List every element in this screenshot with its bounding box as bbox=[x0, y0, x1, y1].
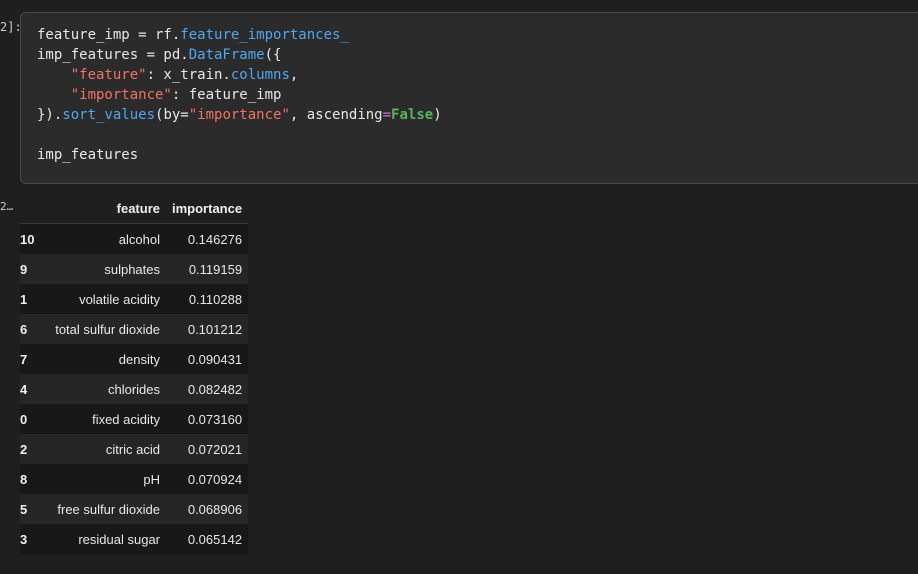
importance-column-header: importance bbox=[166, 193, 249, 224]
row-index: 3 bbox=[20, 531, 28, 547]
row-index: 10 bbox=[20, 231, 35, 247]
feature-column-header: feature bbox=[48, 193, 166, 224]
feature-cell: density bbox=[118, 351, 160, 367]
code-token: }). bbox=[37, 107, 63, 123]
table-header-row: feature importance bbox=[20, 193, 249, 224]
row-index: 2 bbox=[20, 441, 28, 457]
code-token: : feature_imp bbox=[171, 87, 282, 103]
feature-cell: sulphates bbox=[104, 261, 160, 277]
row-index: 0 bbox=[20, 411, 28, 427]
importance-cell: 0.070924 bbox=[187, 471, 243, 487]
table-row: 6 total sulfur dioxide 0.101212 bbox=[20, 314, 249, 344]
code-token: feature_imp = rf. bbox=[37, 27, 181, 43]
row-index: 6 bbox=[20, 321, 28, 337]
code-token: , ascending bbox=[289, 107, 383, 123]
importance-cell: 0.101212 bbox=[187, 321, 243, 337]
table-row: 1 volatile acidity 0.110288 bbox=[20, 284, 249, 314]
code-token: (by= bbox=[155, 107, 189, 123]
table-body: 10 alcohol 0.146276 9 sulphates 0.119159 1 vola… bbox=[20, 223, 249, 554]
code-token: "feature" bbox=[70, 67, 147, 83]
code-line: "importance": feature_imp bbox=[37, 85, 913, 105]
code-token: "importance" bbox=[70, 87, 172, 103]
code-token: , bbox=[289, 67, 299, 83]
importance-cell: 0.119159 bbox=[188, 261, 243, 277]
table-row: 3 residual sugar 0.065142 bbox=[20, 524, 249, 554]
importance-cell: 0.072021 bbox=[187, 441, 243, 457]
code-token: False bbox=[391, 107, 434, 123]
feature-cell: citric acid bbox=[105, 441, 160, 457]
table-row: 2 citric acid 0.072021 bbox=[20, 434, 249, 464]
code-token: "importance" bbox=[188, 107, 290, 123]
row-index: 7 bbox=[20, 351, 28, 367]
code-token: imp_features = pd. bbox=[37, 47, 189, 63]
table-row: 9 sulphates 0.119159 bbox=[20, 254, 249, 284]
table-row: 8 pH 0.070924 bbox=[20, 464, 249, 494]
code-line: imp_features bbox=[37, 145, 913, 165]
importance-cell: 0.146276 bbox=[187, 231, 243, 247]
notebook: 2]: feature_imp = rf.feature_importances… bbox=[0, 0, 918, 574]
code-token: ) bbox=[433, 107, 442, 123]
importance-cell: 0.073160 bbox=[187, 411, 243, 427]
row-index: 4 bbox=[20, 381, 28, 397]
feature-cell: pH bbox=[143, 471, 160, 487]
code-line: }).sort_values(by="importance", ascendin… bbox=[37, 105, 913, 125]
table-row: 7 density 0.090431 bbox=[20, 344, 249, 374]
importance-cell: 0.082482 bbox=[187, 381, 243, 397]
feature-cell: free sulfur dioxide bbox=[57, 501, 160, 517]
code-token: = bbox=[382, 107, 392, 123]
code-token: feature_importances_ bbox=[180, 27, 349, 43]
feature-cell: volatile acidity bbox=[79, 291, 160, 307]
feature-cell: alcohol bbox=[118, 231, 160, 247]
feature-cell: chlorides bbox=[107, 381, 160, 397]
feature-cell: total sulfur dioxide bbox=[55, 321, 160, 337]
code-token: : x_train. bbox=[146, 67, 231, 83]
table-row: 0 fixed acidity 0.073160 bbox=[20, 404, 249, 434]
table-row: 10 alcohol 0.146276 bbox=[20, 223, 249, 254]
code-token: columns bbox=[230, 67, 290, 83]
code-line: feature_imp = rf.feature_importances_ bbox=[37, 25, 913, 45]
importance-cell: 0.110288 bbox=[188, 291, 243, 307]
dataframe-output-table: feature importance 10 alcohol 0.146276 9 sul… bbox=[20, 193, 249, 554]
code-token: DataFrame bbox=[188, 47, 265, 63]
feature-cell: residual sugar bbox=[78, 531, 160, 547]
code-token: sort_values bbox=[62, 107, 156, 123]
row-index: 9 bbox=[20, 261, 28, 277]
row-index: 1 bbox=[20, 291, 28, 307]
row-index: 5 bbox=[20, 501, 28, 517]
importance-cell: 0.090431 bbox=[187, 351, 243, 367]
table-row: 5 free sulfur dioxide 0.068906 bbox=[20, 494, 249, 524]
importance-cell: 0.068906 bbox=[187, 501, 243, 517]
output-prompt: 2… bbox=[0, 200, 14, 213]
feature-cell: fixed acidity bbox=[92, 411, 160, 427]
cell-execution-count: 2]: bbox=[0, 20, 22, 34]
code-token: imp_features bbox=[37, 147, 139, 163]
code-line: imp_features = pd.DataFrame({ bbox=[37, 45, 913, 65]
table-row: 4 chlorides 0.082482 bbox=[20, 374, 249, 404]
row-index: 8 bbox=[20, 471, 28, 487]
index-column-header bbox=[20, 193, 48, 224]
code-cell-editor[interactable]: feature_imp = rf.feature_importances_ imp… bbox=[20, 12, 918, 184]
code-line: "feature": x_train.columns, bbox=[37, 65, 913, 85]
importance-cell: 0.065142 bbox=[187, 531, 243, 547]
code-token: ({ bbox=[264, 47, 282, 63]
